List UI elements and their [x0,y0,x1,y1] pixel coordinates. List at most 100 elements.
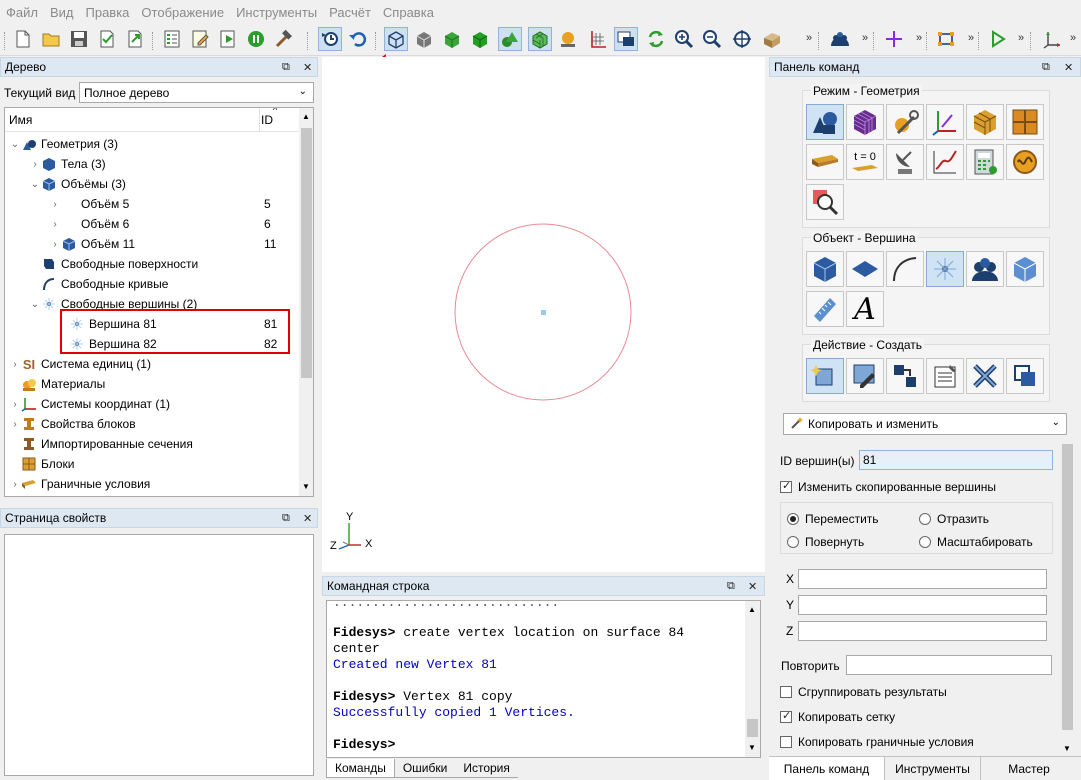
import-icon[interactable] [95,27,119,51]
shaded-cube-icon[interactable] [440,27,464,51]
tree-item-coordinate-systems[interactable]: › Системы координат (1) [9,394,170,414]
results-chart-button[interactable] [926,144,964,180]
analysis-mode-button[interactable] [886,144,924,180]
menu-edit[interactable]: Правка [80,5,136,20]
copy-button[interactable] [1006,358,1044,394]
close-icon[interactable]: ✕ [1064,61,1073,74]
float-icon[interactable]: ⧉ [282,512,290,525]
block-icon[interactable] [760,27,784,51]
tree-item-volume-11[interactable]: › Объём 11 [49,234,135,254]
group-icon[interactable] [828,27,852,51]
close-icon[interactable]: ✕ [303,512,312,525]
float-icon[interactable]: ⧉ [1042,61,1050,74]
repeat-input[interactable] [846,655,1052,675]
group-results-option[interactable]: Сгруппировать результаты [780,685,947,699]
tree-item-materials[interactable]: Материалы [9,374,105,394]
pause-icon[interactable] [244,27,268,51]
tree-item-free-curves[interactable]: Свободные кривые [29,274,168,294]
body-object-button[interactable] [1006,251,1044,287]
crosshair-icon[interactable] [882,27,906,51]
operation-select[interactable]: Копировать и изменить ⌄ [783,413,1067,435]
tree-item-blocks[interactable]: Блоки [9,454,75,474]
measure-button[interactable] [806,291,844,327]
wireframe-cube-icon[interactable] [384,27,408,51]
toolbar-overflow[interactable]: » [862,32,868,44]
console-output[interactable]: ............................. Fidesys> c… [326,600,761,758]
toolbar-overflow[interactable]: » [968,32,974,44]
toolbar-overflow[interactable]: » [806,32,812,44]
radio-reflect[interactable]: Отразить [919,512,989,526]
z-input[interactable] [798,621,1047,641]
sections-mode-button[interactable] [1006,104,1044,140]
delete-button[interactable] [966,358,1004,394]
signal-button[interactable] [1006,144,1044,180]
toolbar-overflow[interactable]: » [1018,32,1024,44]
checklist-icon[interactable] [160,27,184,51]
save-icon[interactable] [67,27,91,51]
new-file-icon[interactable] [11,27,35,51]
vertex-object-button[interactable] [926,251,964,287]
form-scrollbar[interactable]: ▼ [1060,440,1075,758]
mesh-cube-icon[interactable] [528,27,552,51]
tab-commands[interactable]: Команды [326,759,395,778]
coordinates-mode-button[interactable] [926,104,964,140]
surface-object-button[interactable] [846,251,884,287]
boundary-mode-button[interactable] [806,144,844,180]
vertex-id-input[interactable]: 81 [859,450,1053,470]
tab-tools[interactable]: Инструменты [885,757,981,780]
menu-calc[interactable]: Расчёт [323,5,377,20]
x-input[interactable] [798,569,1047,589]
play-icon[interactable] [986,27,1010,51]
hidden-line-cube-icon[interactable] [412,27,436,51]
zoom-out-icon[interactable] [700,27,724,51]
copy-mesh-option[interactable]: Копировать сетку [780,709,895,724]
radio-move[interactable]: Переместить [787,512,879,526]
menu-tools[interactable]: Инструменты [230,5,323,20]
geometry-mode-button[interactable] [806,104,844,140]
float-icon[interactable]: ⧉ [727,580,735,593]
open-folder-icon[interactable] [39,27,63,51]
coordinate-axes-icon[interactable] [1040,27,1064,51]
undo-icon[interactable] [346,27,370,51]
float-icon[interactable]: ⧉ [282,61,290,74]
tab-history[interactable]: История [455,759,518,778]
close-icon[interactable]: ✕ [748,580,757,593]
menu-help[interactable]: Справка [377,5,440,20]
smooth-cube-icon[interactable] [468,27,492,51]
volume-object-button[interactable] [806,251,844,287]
tree-item-geometry[interactable]: ⌄ Геометрия (3) [9,134,118,154]
tree-item-imported-sections[interactable]: Импортированные сечения [9,434,193,454]
menu-file[interactable]: Файл [0,5,44,20]
tab-command-panel[interactable]: Панель команд [769,757,885,780]
view-select[interactable]: Полное дерево ⌄ [79,82,314,103]
initial-conditions-button[interactable]: t = 0 [846,144,884,180]
column-id[interactable]: ID [261,113,273,127]
console-scrollbar[interactable]: ▲ ▼ [745,601,760,757]
column-name[interactable]: Имя [5,113,32,127]
blocks-mode-button[interactable] [966,104,1004,140]
tree-item-free-surfaces[interactable]: Свободные поверхности [29,254,198,274]
toolbar-overflow[interactable]: » [916,32,922,44]
label-button[interactable]: A [846,291,884,327]
run-script-icon[interactable] [216,27,240,51]
modify-button[interactable] [846,358,884,394]
tree-item-units[interactable]: › SI Система единиц (1) [9,354,151,374]
reset-view-icon[interactable] [318,27,342,51]
graphics-viewport[interactable]: Y Z X [322,57,765,572]
materials-mode-button[interactable] [886,104,924,140]
menu-display[interactable]: Отображение [135,5,230,20]
refresh-icon[interactable] [644,27,668,51]
modify-copies-checkbox[interactable] [780,479,792,493]
group-object-button[interactable] [966,251,1004,287]
curve-object-button[interactable] [886,251,924,287]
tree-item-volume-5[interactable]: › Объём 5 [49,194,129,214]
transform-button[interactable] [886,358,924,394]
inspect-button[interactable] [806,184,844,220]
toolbar-overflow[interactable]: » [1070,32,1076,44]
y-input[interactable] [798,595,1047,615]
hammer-icon[interactable] [272,27,296,51]
tree-item-volume-6[interactable]: › Объём 6 [49,214,129,234]
console-prompt[interactable]: Fidesys> [333,737,395,752]
tab-wizard[interactable]: Мастер [981,757,1077,780]
radio-rotate[interactable]: Повернуть [787,535,864,549]
